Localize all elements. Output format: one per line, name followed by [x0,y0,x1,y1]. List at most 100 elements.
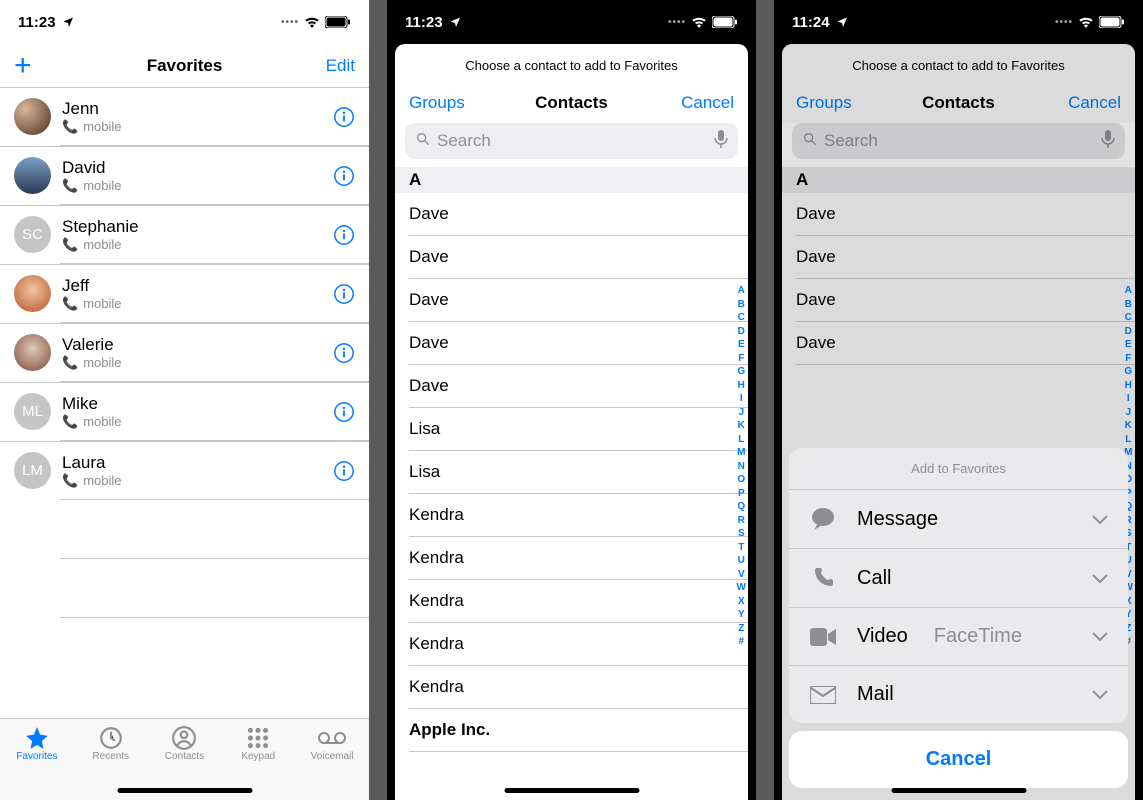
contact-row[interactable]: Kendra [409,494,748,537]
index-letter[interactable]: J [738,406,744,420]
favorite-row[interactable]: David 📞mobile [0,146,369,204]
favorite-row[interactable]: Valerie 📞mobile [0,323,369,381]
contact-name: Stephanie [62,217,333,237]
phone-icon [809,566,837,590]
edit-button[interactable]: Edit [326,56,355,76]
avatar [14,275,51,312]
index-letter[interactable]: # [738,635,744,649]
index-letter[interactable]: O [737,473,745,487]
home-indicator[interactable] [117,788,252,793]
avatar [14,334,51,371]
empty-rows [60,499,369,676]
index-letter[interactable]: P [738,487,745,501]
index-letter[interactable]: I [740,392,743,406]
avatar [14,98,51,135]
location-icon [62,16,74,28]
index-letter[interactable]: L [738,433,744,447]
index-letter[interactable]: T [738,541,744,555]
action-video[interactable]: Video FaceTime [789,607,1128,665]
index-letter[interactable]: C [738,311,745,325]
action-message[interactable]: Message [789,489,1128,548]
info-button[interactable] [333,342,355,364]
phone-icon: 📞 [62,119,78,135]
phone-icon: 📞 [62,237,78,253]
chevron-down-icon [1092,508,1108,531]
index-letter[interactable]: K [738,419,745,433]
index-letter[interactable]: U [738,554,745,568]
groups-button[interactable]: Groups [409,93,465,113]
info-button[interactable] [333,165,355,187]
contact-row[interactable]: Lisa [409,408,748,451]
home-indicator[interactable] [891,788,1026,793]
action-call[interactable]: Call [789,548,1128,607]
contact-row[interactable]: Kendra [409,623,748,666]
mic-icon[interactable] [714,130,728,153]
index-letter[interactable]: Q [737,500,745,514]
contact-row[interactable]: Dave [409,365,748,408]
tab-label: Contacts [165,751,204,762]
person-icon [171,725,197,751]
index-letter[interactable]: M [737,446,745,460]
index-letter[interactable]: A [738,284,745,298]
index-letter[interactable]: V [738,568,745,582]
contact-row[interactable]: Apple Inc. [409,709,748,752]
index-letter[interactable]: X [738,595,745,609]
tab-voicemail[interactable]: Voicemail [302,725,362,800]
index-letter[interactable]: Z [738,622,744,636]
contact-row[interactable]: Kendra [409,537,748,580]
index-letter[interactable]: D [738,325,745,339]
index-letter[interactable]: W [737,581,746,595]
tab-favorites[interactable]: Favorites [7,725,67,800]
cancel-button[interactable]: Cancel [681,93,734,113]
favorite-row[interactable]: LM Laura 📞mobile [0,441,369,499]
index-letter[interactable]: E [738,338,745,352]
action-cancel-button[interactable]: Cancel [789,731,1128,788]
index-letter[interactable]: S [738,527,745,541]
info-button[interactable] [333,401,355,423]
index-letter[interactable]: H [738,379,745,393]
index-letter[interactable]: G [737,365,745,379]
section-header-a: A [395,167,748,193]
action-sheet: Add to Favorites Message Call Video Face… [789,448,1128,788]
home-indicator[interactable] [504,788,639,793]
search-input[interactable]: Search [405,123,738,159]
favorite-row[interactable]: SC Stephanie 📞mobile [0,205,369,263]
action-mail[interactable]: Mail [789,665,1128,723]
info-button[interactable] [333,283,355,305]
index-letter[interactable]: N [738,460,745,474]
contact-row[interactable]: Dave [409,236,748,279]
action-label: Call [857,567,891,590]
contact-sublabel: mobile [83,119,121,134]
wifi-icon [1078,16,1094,28]
contact-row[interactable]: Dave [409,322,748,365]
sheet-banner: Choose a contact to add to Favorites [395,44,748,83]
index-letter[interactable]: R [738,514,745,528]
keypad-icon [245,725,271,751]
index-letter[interactable]: F [738,352,744,366]
info-button[interactable] [333,106,355,128]
favorite-row[interactable]: Jenn 📞mobile [0,88,369,145]
info-button[interactable] [333,460,355,482]
favorite-row[interactable]: ML Mike 📞mobile [0,382,369,440]
contact-row[interactable]: Kendra [409,580,748,623]
battery-icon [712,16,738,28]
contact-row[interactable]: Dave [409,193,748,236]
contact-name: David [62,158,333,178]
contact-row[interactable]: Kendra [409,666,748,709]
status-bar: 11:23 •••• [0,0,369,44]
contact-name: Laura [62,453,333,473]
phone-contacts-picker: 11:23 •••• Choose a contact to add to Fa… [387,0,756,800]
index-letter[interactable]: B [738,298,745,312]
battery-icon [1099,16,1125,28]
info-button[interactable] [333,224,355,246]
battery-icon [325,16,351,28]
favorite-row[interactable]: Jeff 📞mobile [0,264,369,322]
add-favorite-button[interactable]: + [14,51,32,81]
action-label: Message [857,508,938,531]
contact-row[interactable]: Lisa [409,451,748,494]
index-letter[interactable]: Y [738,608,745,622]
alphabet-index[interactable]: ABCDEFGHIJKLMNOPQRSTUVWXYZ# [737,284,746,649]
contact-name: Valerie [62,335,333,355]
message-icon [809,507,837,531]
contact-row[interactable]: Dave [409,279,748,322]
